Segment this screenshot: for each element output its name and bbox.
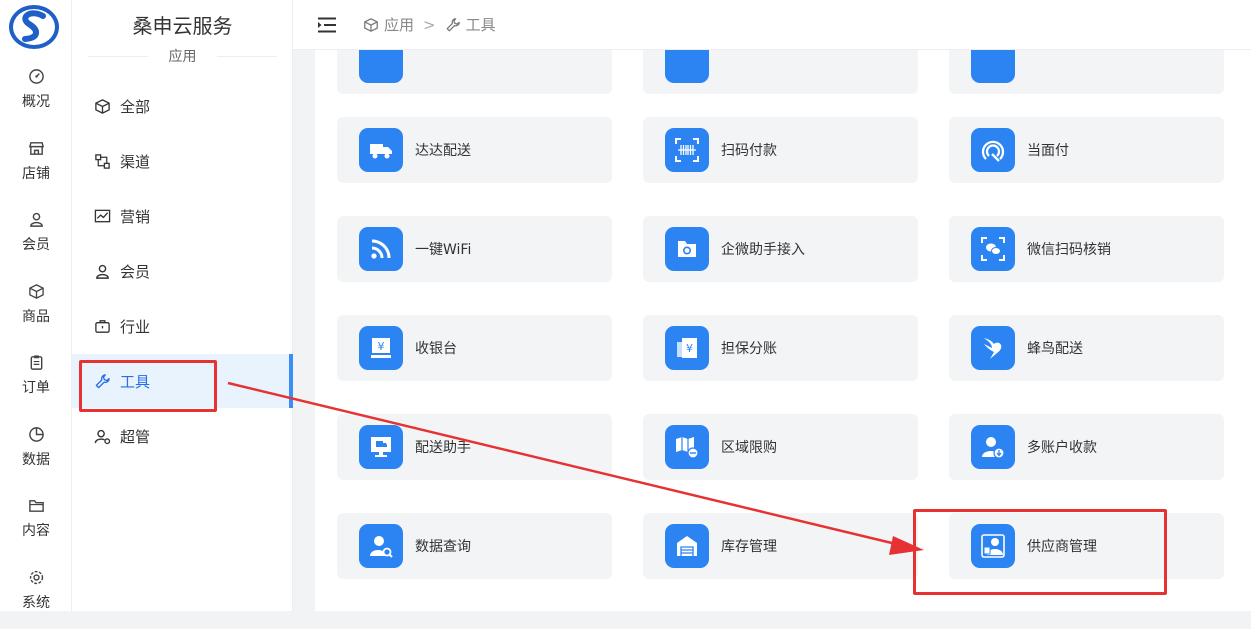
annotation-arrow (227, 381, 924, 555)
